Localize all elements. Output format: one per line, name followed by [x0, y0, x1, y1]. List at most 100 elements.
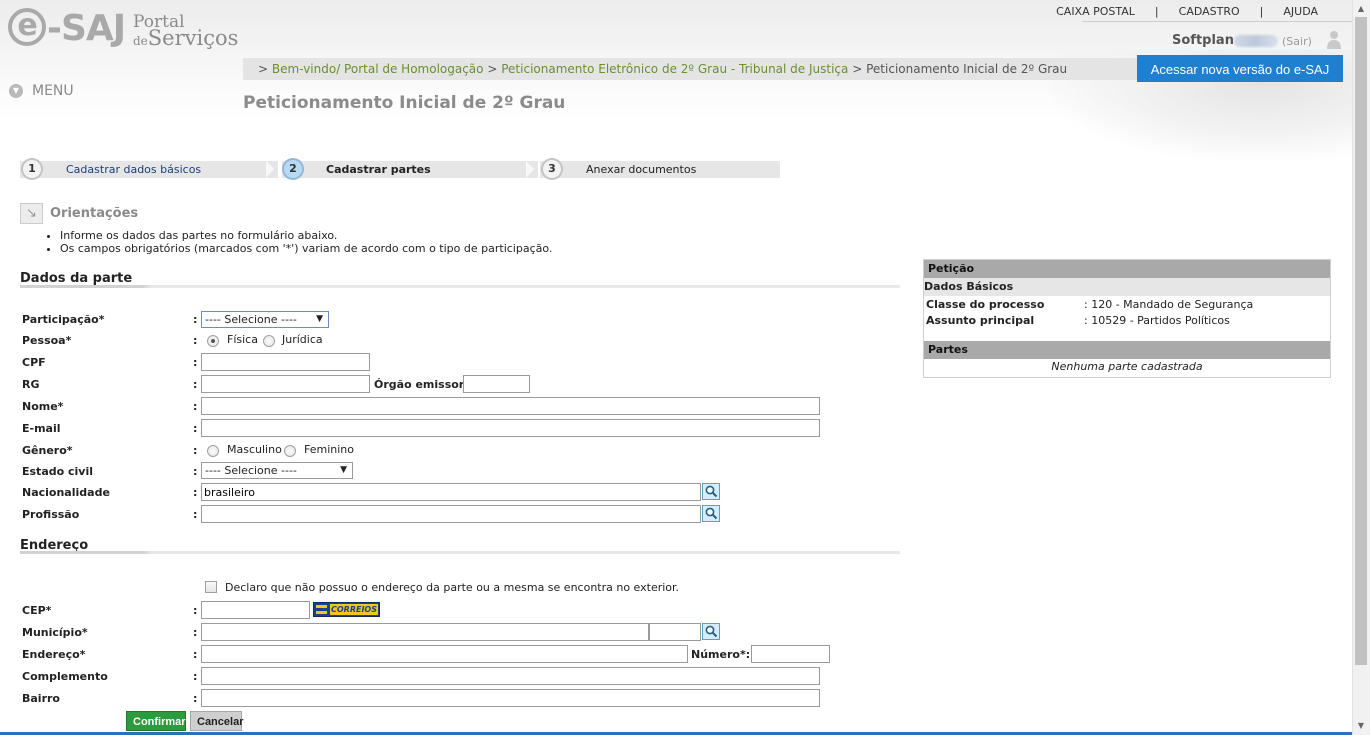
- summary-row: Assunto principal : 10529 - Partidos Pol…: [924, 312, 1330, 328]
- profissao-input[interactable]: [201, 505, 701, 523]
- wizard-step-3-label: Anexar documentos: [586, 163, 697, 176]
- genero-feminino-label[interactable]: Feminino: [304, 443, 354, 456]
- scroll-up-arrow-icon[interactable]: ▲: [1352, 0, 1370, 17]
- field-colon: :: [193, 444, 198, 457]
- field-colon: :: [193, 486, 198, 499]
- field-colon: :: [193, 604, 198, 617]
- orgao-emissor-input[interactable]: [463, 375, 530, 393]
- field-colon: :: [193, 334, 198, 347]
- municipio-uf-input[interactable]: [649, 623, 701, 641]
- field-colon: :: [193, 422, 198, 435]
- cpf-input[interactable]: [201, 353, 370, 371]
- correios-label: CORREIOS: [330, 604, 378, 615]
- complemento-label: Complemento: [22, 670, 108, 683]
- esaj-logo[interactable]: e -SAJ: [8, 8, 126, 49]
- estado-civil-label: Estado civil: [22, 465, 94, 478]
- breadcrumb-item-home[interactable]: Bem-vindo/ Portal de Homologação: [272, 62, 484, 76]
- nacionalidade-input[interactable]: [201, 483, 701, 501]
- menu-toggle[interactable]: MENU: [32, 83, 74, 99]
- field-colon: :: [193, 692, 198, 705]
- chevron-down-icon: ▼: [316, 314, 323, 324]
- pessoa-juridica-radio[interactable]: [263, 335, 275, 347]
- orgao-emissor-label: Órgão emissor:: [374, 378, 469, 391]
- breadcrumb-item-peticionamento[interactable]: Peticionamento Eletrônico de 2º Grau - T…: [501, 62, 848, 76]
- orientation-item: Informe os dados das partes no formulári…: [60, 229, 552, 242]
- party-section-title: Dados da parte: [20, 271, 133, 286]
- user-icon: [1326, 30, 1342, 50]
- petition-panel-title: Petição: [924, 260, 1330, 278]
- esaj-logo-e: e: [8, 8, 46, 46]
- profissao-search-icon[interactable]: [702, 505, 720, 522]
- pessoa-fisica-radio[interactable]: [207, 335, 219, 347]
- top-link-ajuda[interactable]: AJUDA: [1283, 5, 1318, 18]
- endereco-input[interactable]: [201, 645, 688, 663]
- field-colon: :: [193, 465, 198, 478]
- scrollbar-thumb[interactable]: [1355, 17, 1367, 665]
- top-link-separator: |: [1259, 5, 1264, 18]
- field-colon: :: [193, 378, 198, 391]
- wizard-step-arrow-icon: [526, 161, 534, 178]
- top-link-caixa-postal[interactable]: CAIXA POSTAL: [1056, 5, 1135, 18]
- breadcrumb-separator: >: [852, 62, 863, 76]
- pessoa-juridica-label[interactable]: Jurídica: [282, 333, 323, 346]
- genero-masculino-radio[interactable]: [207, 445, 219, 457]
- estado-civil-select-value: ---- Selecione ----: [205, 464, 297, 477]
- wizard-step-2-label: Cadastrar partes: [326, 163, 431, 176]
- participacao-select-value: ---- Selecione ----: [205, 313, 297, 326]
- scroll-down-arrow-icon[interactable]: ▼: [1352, 717, 1370, 734]
- email-label: E-mail: [22, 422, 61, 435]
- wizard-step-arrow-icon: [266, 161, 274, 178]
- new-version-button[interactable]: Acessar nova versão do e-SAJ: [1137, 55, 1343, 82]
- genero-feminino-radio[interactable]: [284, 445, 296, 457]
- orientation-item: Os campos obrigatórios (marcados com '*'…: [60, 242, 552, 255]
- rg-label: RG: [22, 378, 40, 391]
- confirm-button[interactable]: Confirmar: [126, 711, 186, 731]
- logout-link[interactable]: (Sair): [1282, 35, 1312, 48]
- cep-label: CEP*: [22, 604, 52, 617]
- pessoa-label: Pessoa*: [22, 334, 72, 347]
- municipio-label: Município*: [22, 626, 88, 639]
- no-address-checkbox[interactable]: [205, 581, 217, 593]
- breadcrumb-item-current: Peticionamento Inicial de 2º Grau: [866, 62, 1068, 76]
- field-colon: :: [193, 648, 198, 661]
- municipio-input[interactable]: [201, 623, 649, 641]
- chevron-down-icon: ▼: [340, 465, 347, 475]
- top-link-cadastro[interactable]: CADASTRO: [1179, 5, 1240, 18]
- endereco-label: Endereço*: [22, 648, 86, 661]
- estado-civil-select[interactable]: ---- Selecione ---- ▼: [201, 462, 353, 479]
- summary-row-key: Classe do processo: [926, 298, 1045, 311]
- pessoa-fisica-label[interactable]: Física: [227, 333, 258, 346]
- nome-input[interactable]: [201, 397, 820, 415]
- page-title: Peticionamento Inicial de 2º Grau: [243, 93, 566, 113]
- wizard-step-1-label[interactable]: Cadastrar dados básicos: [66, 163, 201, 176]
- municipio-search-icon[interactable]: [702, 623, 720, 640]
- complemento-input[interactable]: [201, 667, 820, 685]
- breadcrumb-separator: >: [487, 62, 498, 76]
- field-colon: :: [193, 313, 198, 326]
- logo-line2-prefix: de: [133, 34, 148, 48]
- correios-search-button[interactable]: CORREIOS: [313, 602, 380, 617]
- field-colon: :: [193, 356, 198, 369]
- genero-label: Gênero*: [22, 444, 73, 457]
- bairro-input[interactable]: [201, 689, 820, 707]
- email-input[interactable]: [201, 419, 820, 437]
- participacao-label: Participação*: [22, 313, 105, 326]
- no-address-label[interactable]: Declaro que não possuo o endereço da par…: [225, 581, 679, 594]
- menu-chevron-down-icon[interactable]: ▼: [9, 84, 23, 98]
- summary-row-value: : 10529 - Partidos Políticos: [1084, 314, 1230, 327]
- user-name-redacted: [1234, 35, 1278, 47]
- field-colon: :: [193, 508, 198, 521]
- top-link-separator: |: [1154, 5, 1159, 18]
- participacao-select[interactable]: ---- Selecione ---- ▼: [201, 311, 329, 328]
- petition-summary-panel: Petição Dados Básicos Classe do processo…: [923, 259, 1331, 378]
- cep-input[interactable]: [201, 601, 310, 619]
- wizard-step-1-number: 1: [21, 158, 43, 180]
- nacionalidade-search-icon[interactable]: [702, 483, 720, 500]
- cancel-button[interactable]: Cancelar: [190, 711, 243, 731]
- numero-input[interactable]: [751, 645, 830, 663]
- party-section-divider: [20, 285, 900, 288]
- breadcrumb-prefix: >: [258, 62, 269, 76]
- rg-input[interactable]: [201, 375, 370, 393]
- breadcrumb: > Bem-vindo/ Portal de Homologação > Pet…: [258, 62, 1067, 76]
- genero-masculino-label[interactable]: Masculino: [227, 443, 282, 456]
